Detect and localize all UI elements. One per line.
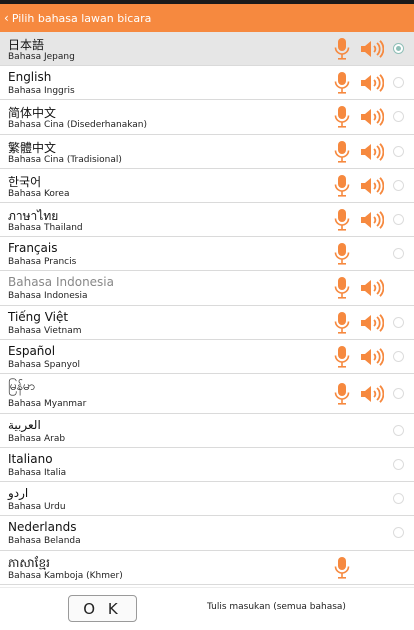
speaker-icon [360,313,385,332]
language-translated-name: Bahasa Italia [8,468,67,479]
language-radio-button[interactable] [393,527,404,539]
language-native-name: 繁體中文 [8,140,57,155]
language-native-name: اردو [8,486,29,501]
language-row[interactable]: Español Bahasa Spanyol [0,339,414,374]
speaker-icon [360,74,385,93]
chevron-left-icon[interactable]: ‹ [4,12,9,24]
language-radio-button[interactable] [393,248,404,260]
microphone-icon [333,105,351,129]
manual-input-button[interactable]: Tulis masukan (semua bahasa) [207,602,346,612]
microphone-icon [333,71,351,95]
language-row[interactable]: 한국어 Bahasa Korea [0,168,414,203]
language-translated-name: Bahasa Vietnam [8,325,82,336]
speaker-icon [360,142,385,161]
language-row[interactable]: ภาษาไทย Bahasa Thailand [0,202,414,238]
speaker-icon [360,108,385,127]
microphone-icon [333,208,351,232]
language-native-name: 한국어 [8,174,42,189]
language-translated-name: Bahasa Indonesia [8,291,88,302]
language-native-name: 日本語 [8,38,45,52]
language-native-name: 简体中文 [8,106,57,121]
language-row[interactable]: 简体中文 Bahasa Cina (Disederhanakan) [0,100,414,135]
language-translated-name: Bahasa Arab [8,433,66,444]
microphone-icon [333,345,351,369]
language-translated-name: Bahasa Kamboja (Khmer) [8,570,123,581]
microphone-icon [333,242,351,266]
language-translated-name: Bahasa Spanyol [8,359,80,370]
language-translated-name: Bahasa Cina (Disederhanakan) [8,120,148,131]
microphone-icon [333,556,351,580]
language-radio-button[interactable] [393,316,404,328]
microphone-icon [333,276,351,300]
speaker-icon [360,279,385,298]
language-radio-button[interactable] [393,179,404,191]
language-native-name: Tiếng Việt [8,309,69,324]
language-translated-name: Bahasa Cina (Tradisional) [8,154,122,165]
language-row[interactable]: 繁體中文 Bahasa Cina (Tradisional) [0,134,414,169]
microphone-icon [333,140,351,164]
microphone-icon [333,37,351,61]
language-native-name: English [8,70,52,85]
footer-bar: O K Tulis masukan (semua bahasa) [0,587,414,630]
language-radio-button[interactable] [393,350,404,362]
language-translated-name: Bahasa Inggris [8,86,75,97]
language-radio-button[interactable] [393,213,404,225]
language-radio-button[interactable] [393,387,404,399]
language-row[interactable]: Tiếng Việt Bahasa Vietnam [0,305,414,340]
language-row[interactable]: Français Bahasa Prancis [0,237,414,272]
language-row[interactable]: 日本語 Bahasa Jepang [0,32,414,67]
language-row[interactable]: ភាសាខ្មែរ Bahasa Kamboja (Khmer) [0,550,414,585]
language-translated-name: Bahasa Myanmar [8,398,87,409]
microphone-icon [333,311,351,335]
microphone-icon [333,382,351,406]
language-native-name: မြန်မာ [8,378,35,393]
ok-button[interactable]: O K [68,595,137,622]
language-native-name: Nederlands [8,520,77,535]
language-native-name: Español [8,343,56,358]
language-translated-name: Bahasa Korea [8,188,70,199]
speaker-icon [360,347,385,366]
language-list[interactable]: 日本語 Bahasa Jepang English Bahasa Inggris 简体中… [0,32,414,587]
language-row[interactable]: English Bahasa Inggris [0,66,414,101]
language-row[interactable]: اردو Bahasa Urdu [0,482,414,517]
language-translated-name: Bahasa Belanda [8,536,81,547]
language-radio-button[interactable] [393,77,404,89]
language-native-name: Français [8,241,58,256]
language-row[interactable]: Italiano Bahasa Italia [0,448,414,483]
language-translated-name: Bahasa Prancis [8,257,77,268]
header-title: Pilih bahasa lawan bicara [11,11,152,25]
speaker-icon [360,211,385,229]
speaker-icon [360,176,385,195]
language-row[interactable]: العربية Bahasa Arab [0,413,414,449]
language-radio-button[interactable] [393,493,404,505]
language-row[interactable]: Bahasa Indonesia Bahasa Indonesia [0,271,414,306]
language-radio-button[interactable] [393,111,404,123]
microphone-icon [333,174,351,198]
language-row[interactable]: Nederlands Bahasa Belanda [0,516,414,551]
language-translated-name: Bahasa Jepang [8,52,75,62]
language-native-name: Bahasa Indonesia [8,275,114,290]
language-translated-name: Bahasa Urdu [8,502,66,513]
language-radio-button[interactable] [393,145,404,157]
speaker-icon [360,40,385,58]
language-row[interactable]: မြန်မာ Bahasa Myanmar [0,373,414,414]
language-radio-button[interactable] [393,459,404,471]
language-native-name: Italiano [8,452,53,467]
language-native-name: العربية [8,417,41,432]
language-radio-button[interactable] [393,43,404,54]
header-bar[interactable]: ‹ Pilih bahasa lawan bicara [0,4,414,32]
speaker-icon [360,385,385,403]
language-radio-button[interactable] [393,424,404,436]
language-translated-name: Bahasa Thailand [8,222,83,233]
